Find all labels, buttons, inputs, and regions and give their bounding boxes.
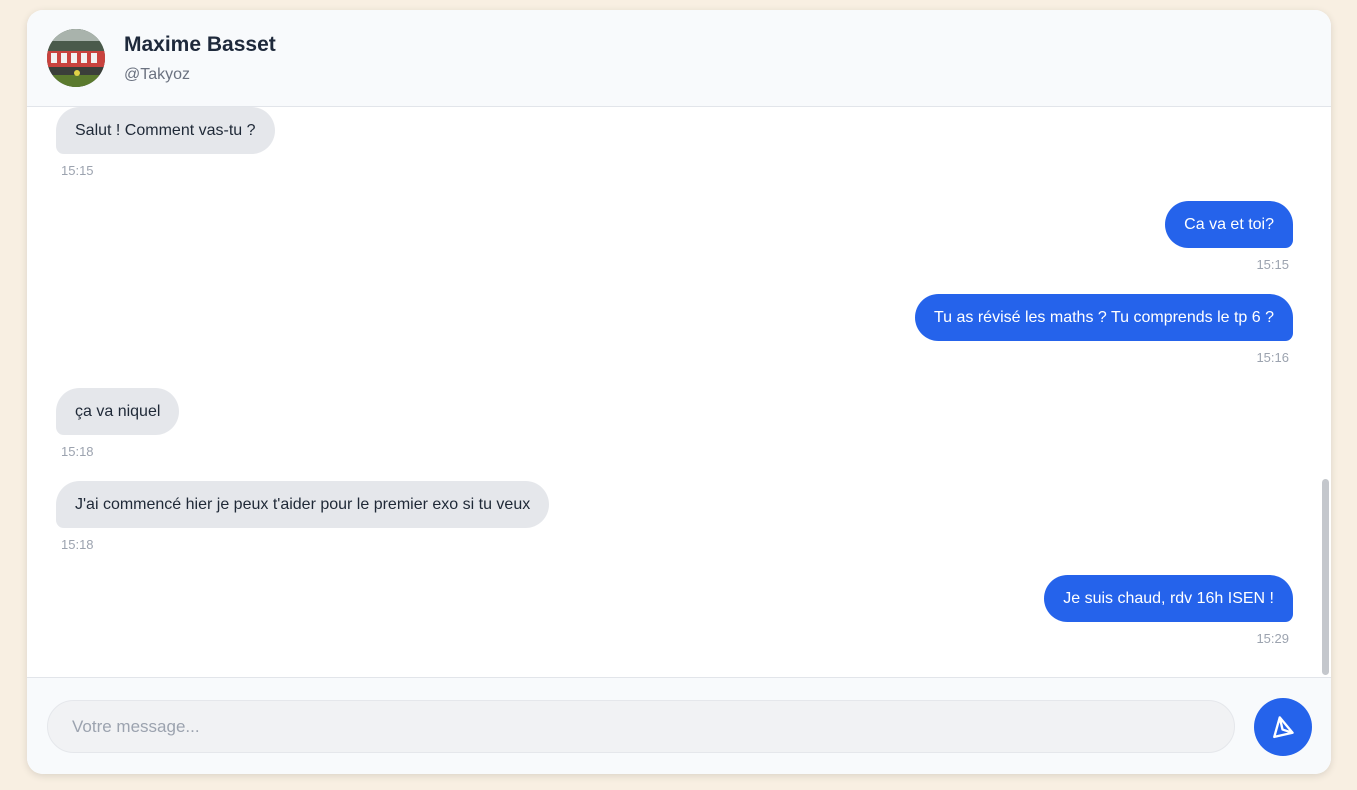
chat-header: Maxime Basset @Takyoz	[27, 10, 1331, 107]
messages-scrollbar[interactable]	[1319, 107, 1331, 677]
message-time: 15:16	[1256, 350, 1289, 365]
message-time: 15:18	[61, 537, 94, 552]
message-bubble: Je suis chaud, rdv 16h ISEN !	[1044, 575, 1293, 622]
contact-handle: @Takyoz	[124, 66, 191, 83]
message-bubble: J'ai commencé hier je peux t'aider pour …	[56, 481, 550, 528]
message-input[interactable]	[47, 700, 1235, 753]
messages-list[interactable]: Salut ! Comment vas-tu ? 15:15 Ca va et …	[27, 107, 1331, 677]
contact-name: Maxime Basset	[124, 33, 276, 56]
message-bubble: Tu as révisé les maths ? Tu comprends le…	[914, 294, 1293, 341]
avatar[interactable]	[47, 29, 105, 87]
message-time: 15:15	[61, 163, 94, 178]
message-time: 15:18	[61, 444, 94, 459]
send-button[interactable]	[1254, 698, 1312, 756]
message-bubble: Ca va et toi?	[1165, 201, 1293, 248]
scrollbar-thumb[interactable]	[1322, 479, 1329, 675]
chat-window: Maxime Basset @Takyoz Salut ! Comment va…	[27, 10, 1331, 774]
send-icon	[1273, 716, 1294, 739]
message-composer	[27, 677, 1331, 774]
message-bubble: ça va niquel	[56, 388, 180, 435]
message-bubble: Salut ! Comment vas-tu ?	[56, 107, 275, 154]
message-time: 15:15	[1256, 257, 1289, 272]
avatar-photo-icon	[47, 29, 105, 87]
message-time: 15:29	[1256, 631, 1289, 646]
